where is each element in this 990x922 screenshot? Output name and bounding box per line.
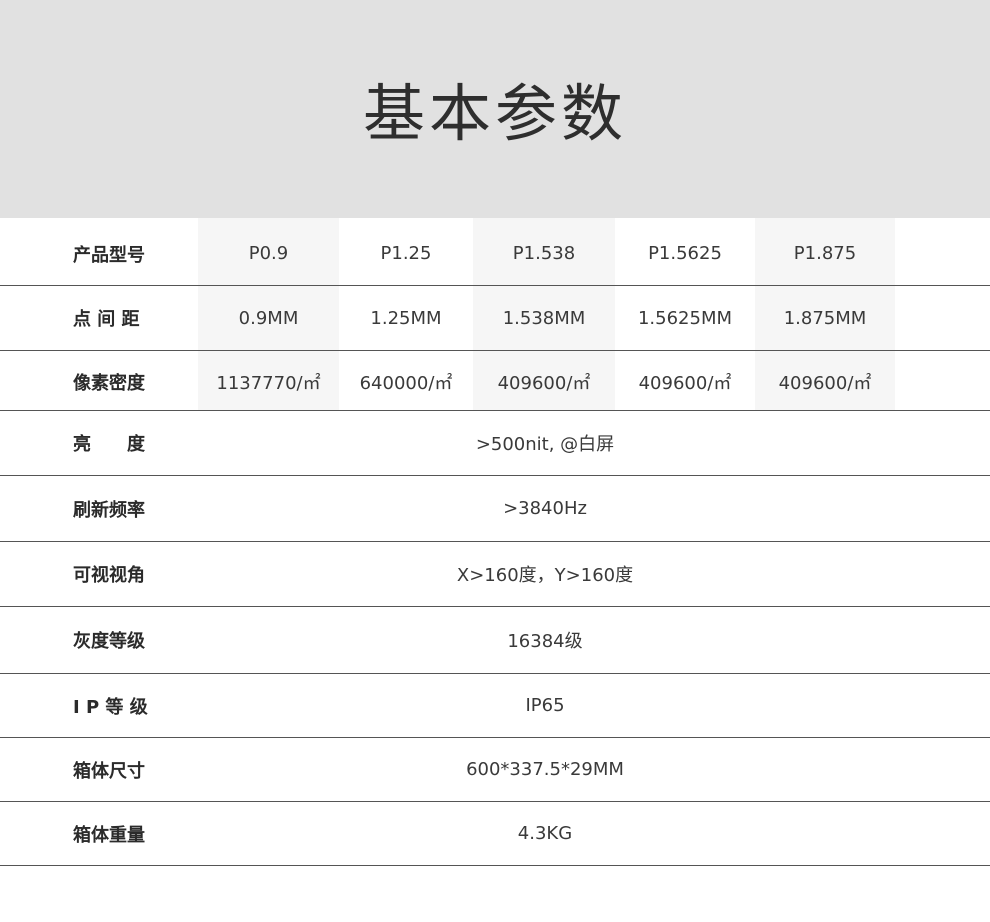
row-label: 亮 度: [73, 434, 145, 455]
table-row-grayscale: 灰度等级 16384级: [0, 607, 990, 674]
shared-value: 16384级: [507, 631, 583, 652]
density-cell: 409600/㎡: [638, 372, 732, 394]
pitch-cell: 0.9MM: [238, 307, 299, 329]
row-label: 箱体重量: [73, 824, 145, 846]
pitch-cell: 1.875MM: [783, 307, 867, 329]
row-label: 可视视角: [73, 565, 145, 586]
pitch-cell: 1.5625MM: [637, 307, 733, 329]
shared-value: >500nit, @白屏: [475, 434, 615, 455]
model-cell: P1.538: [512, 243, 576, 264]
density-cell: 409600/㎡: [497, 372, 591, 394]
table-row-cabinet-weight: 箱体重量 4.3KG: [0, 802, 990, 866]
pitch-cell: 1.25MM: [370, 307, 442, 329]
shared-value: 4.3KG: [517, 823, 573, 844]
table-row-ip-rating: I P 等 级 IP65: [0, 674, 990, 738]
shared-value: >3840Hz: [503, 498, 587, 519]
model-cell: P1.25: [380, 243, 432, 264]
pitch-cell: 1.538MM: [502, 307, 586, 329]
density-cell: 409600/㎡: [778, 372, 872, 394]
shared-value: 600*337.5*29MM: [466, 759, 624, 780]
row-label: 像素密度: [73, 372, 145, 394]
table-row-viewing-angle: 可视视角 X>160度，Y>160度: [0, 542, 990, 607]
row-label: 刷新频率: [73, 499, 145, 521]
row-label: 产品型号: [73, 244, 145, 266]
page-header: 基本参数: [0, 0, 990, 218]
row-label: 点 间 距: [73, 309, 140, 330]
model-cell: P0.9: [248, 243, 289, 264]
density-cell: 1137770/㎡: [216, 372, 321, 394]
table-row-cabinet-size: 箱体尺寸 600*337.5*29MM: [0, 738, 990, 802]
table-row-refresh-rate: 刷新频率 >3840Hz: [0, 476, 990, 542]
density-cell: 640000/㎡: [359, 372, 453, 394]
row-label: I P 等 级: [73, 696, 148, 718]
table-row-model: 产品型号 P0.9 P1.25 P1.538 P1.5625 P1.875: [0, 218, 990, 286]
row-label: 箱体尺寸: [73, 760, 145, 782]
table-row-brightness: 亮 度 >500nit, @白屏: [0, 411, 990, 476]
shared-value: IP65: [525, 695, 565, 716]
model-cell: P1.5625: [648, 243, 722, 264]
page-title: 基本参数: [362, 77, 627, 150]
row-label: 灰度等级: [73, 631, 145, 652]
shared-value: X>160度，Y>160度: [456, 565, 634, 586]
model-cell: P1.875: [793, 243, 857, 264]
table-row-pitch: 点 间 距 0.9MM 1.25MM 1.538MM 1.5625MM 1.87…: [0, 286, 990, 351]
table-row-density: 像素密度 1137770/㎡ 640000/㎡ 409600/㎡ 409600/…: [0, 351, 990, 411]
